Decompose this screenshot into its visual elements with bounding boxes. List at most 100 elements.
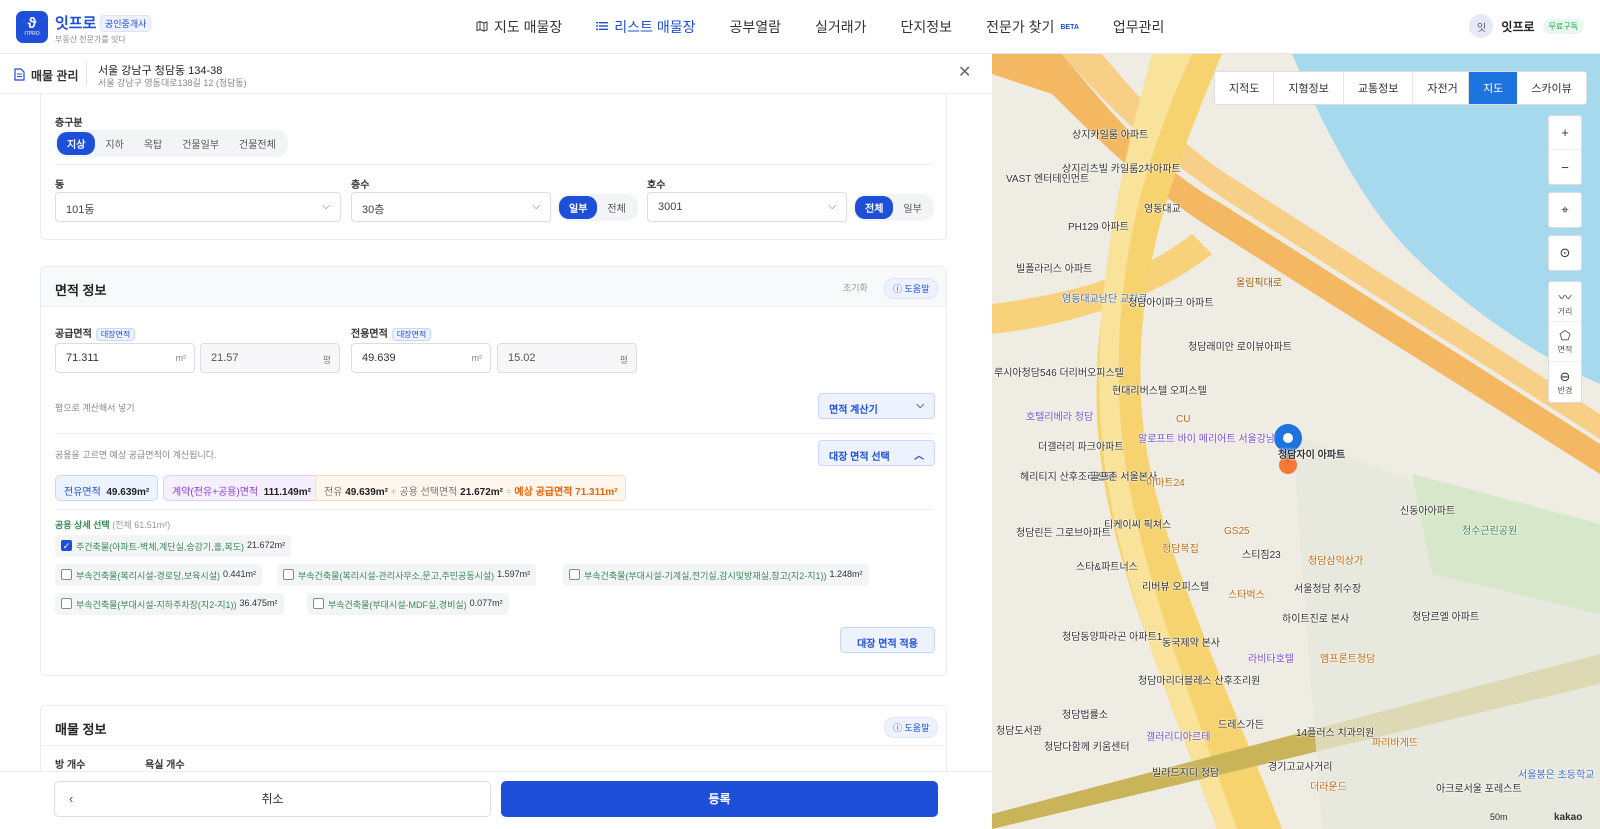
floor-select[interactable]: 30층 ⌵ <box>351 192 551 222</box>
common-total: (전체 61.51m²) <box>112 520 171 530</box>
zoom-in-button[interactable]: + <box>1549 116 1581 150</box>
locate-icon[interactable]: ⌖ <box>1549 193 1581 227</box>
address-sub: 서울 강남구 영동대로138길 12 (청담동) <box>98 78 247 88</box>
map-label: 드레스가든 <box>1218 720 1264 731</box>
ho-scope-segmented: 전체 일부 <box>853 194 934 221</box>
common-detail-title-text: 공용 상세 선택 <box>55 520 110 530</box>
common-item-label: 부속건축물(부대시설-MDF실,경비실) <box>328 600 467 610</box>
floor-type-option[interactable]: 지하 <box>95 132 133 155</box>
reset-button[interactable]: 초기화 <box>843 281 868 294</box>
layer-terrain[interactable]: 지형정보 <box>1274 72 1344 104</box>
chevron-down-icon: ⌵ <box>322 201 330 212</box>
supply-area-pyeong-value: 21.57 <box>211 352 239 364</box>
subscription-badge: 무료구독 <box>1542 18 1584 34</box>
logo[interactable]: ϑ ITPRO <box>16 11 48 43</box>
floor-type-option[interactable]: 건물일부 <box>172 132 229 155</box>
measure-distance-button[interactable]: 〰 거리 <box>1549 282 1581 322</box>
menu-label: 공부열람 <box>729 19 781 35</box>
equals-sign: = <box>505 487 512 498</box>
cancel-button[interactable]: ‹ 취소 <box>54 781 491 817</box>
map-label: 청담린든 그로브아파트 <box>1016 528 1111 539</box>
help-label: 도움말 <box>904 284 930 294</box>
map-label: 청담르엘 아파트 <box>1412 612 1480 623</box>
common-item-value: 21.672m² <box>247 540 286 550</box>
apply-ledger-area-button[interactable]: 대장 면적 적용 <box>840 627 935 653</box>
close-icon[interactable]: ✕ <box>958 62 971 82</box>
dong-select[interactable]: 101동 ⌵ <box>55 192 341 222</box>
zoom-controls: + − <box>1548 115 1582 185</box>
list-icon <box>596 20 609 35</box>
ho-scope-option[interactable]: 전체 <box>855 196 894 219</box>
menu-public-records[interactable]: 공부열람 <box>729 17 781 37</box>
checkbox-icon <box>61 569 72 580</box>
floor-type-option[interactable]: 옥탑 <box>134 132 172 155</box>
layer-cadastral[interactable]: 지적도 <box>1215 72 1275 104</box>
panel-title: 매물 관리 <box>14 67 79 84</box>
floor-type-option[interactable]: 지상 <box>57 132 96 155</box>
map-label: 신동아아파트 <box>1400 506 1456 517</box>
baths-label: 욕실 개수 <box>145 760 185 771</box>
divider <box>55 509 932 510</box>
map-label: 갤러리디아르테 <box>1146 732 1211 743</box>
floor-scope-option[interactable]: 일부 <box>559 196 598 219</box>
supply-area-pyeong-input[interactable]: 21.57 평 <box>200 343 340 373</box>
common-item-label: 부속건축물(복리시설-경로당,보육시설) <box>76 571 220 581</box>
zoom-out-button[interactable]: − <box>1549 150 1581 184</box>
help-button[interactable]: ⓘ 도움말 <box>884 278 939 299</box>
ho-scope-option[interactable]: 일부 <box>893 196 931 219</box>
floor-value: 30층 <box>362 204 385 216</box>
panel-header: 매물 관리 서울 강남구 청담동 134-38 서울 강남구 영동대로138길 … <box>0 54 992 94</box>
plus-sign: + <box>390 487 397 498</box>
menu-map-listing[interactable]: 지도 매물장 <box>476 17 562 37</box>
map-label: 파리바게뜨 <box>1372 738 1418 749</box>
contract-area-chip: 계약(전유+공용)면적 111.149m² <box>163 475 320 501</box>
submit-button[interactable]: 등록 <box>501 781 938 817</box>
layer-bicycle[interactable]: 자전거 <box>1413 72 1471 104</box>
help-button[interactable]: ⓘ 도움말 <box>884 717 939 738</box>
ledger-area-select-button[interactable]: 대장 면적 선택 ︿ <box>818 440 935 466</box>
common-item-checkbox[interactable]: 부속건축물(부대시설-MDF실,경비실) 0.077m² <box>307 593 509 615</box>
document-icon <box>14 67 25 84</box>
map-type-map[interactable]: 지도 <box>1469 72 1518 104</box>
common-item-checkbox[interactable]: 부속건축물(부대시설-지하주차장(지2-지1)) 36.475m² <box>55 593 284 615</box>
measure-area-button[interactable]: ⬠ 면적 <box>1549 322 1581 362</box>
common-item-checkbox[interactable]: ✓ 주건축물(아파트-벽체,계단실,승강기,홀,복도) 21.672m² <box>55 535 292 557</box>
brand-tagline: 부동산 전문가를 잇다 <box>55 35 126 44</box>
floor-scope-option[interactable]: 전체 <box>597 196 635 219</box>
menu-list-listing[interactable]: 리스트 매물장 <box>596 17 695 37</box>
user-menu[interactable]: 잇 잇프로 무료구독 <box>1469 14 1584 38</box>
menu-find-expert[interactable]: 전문가 찾기 BETA <box>986 17 1079 37</box>
map-type-skyview[interactable]: 스카이뷰 <box>1517 72 1585 104</box>
map-label: 호텔리베라 청담 <box>1026 412 1094 423</box>
floor-type-option[interactable]: 건물전체 <box>229 132 286 155</box>
map-view[interactable]: 지적도 지형정보 교통정보 자전거 지도 스카이뷰 + − ⌖ ⊙ 〰 거리 ⬠ 면… <box>992 54 1600 829</box>
map-label: 이마트24 <box>1146 478 1185 489</box>
common-item-label: 주건축물(아파트-벽체,계단실,승강기,홀,복도) <box>76 542 245 552</box>
exclusive-area-pyeong-input[interactable]: 15.02 평 <box>497 343 637 373</box>
supply-area-m2-input[interactable]: 71.311 m² <box>55 343 195 373</box>
measure-radius-button[interactable]: ⊖ 반경 <box>1549 362 1581 402</box>
pin-icon[interactable]: ⊙ <box>1549 236 1581 270</box>
floor-scope-segmented: 일부 전체 <box>557 194 638 221</box>
ho-select[interactable]: 3001 ⌵ <box>647 192 847 222</box>
ledger-area-tag: 대장면적 <box>95 328 136 341</box>
map-label: GS25 <box>1224 526 1250 537</box>
map-label: 14플러스 치과의원 <box>1296 728 1375 739</box>
map-label: 하이트진로 본사 <box>1282 614 1350 625</box>
brand-name[interactable]: 잇프로 <box>55 12 96 33</box>
layer-traffic[interactable]: 교통정보 <box>1344 72 1414 104</box>
map-label: 청담다함께 키움센터 <box>1044 742 1130 753</box>
common-item-checkbox[interactable]: 부속건축물(복리시설-관리사무소,문고,주민공동시설) 1.597m² <box>277 564 537 586</box>
menu-complex-info[interactable]: 단지정보 <box>901 17 953 37</box>
menu-label: 업무관리 <box>1112 19 1165 35</box>
exclusive-area-m2-input[interactable]: 49.639 m² <box>351 343 491 373</box>
common-item-label: 부속건축물(부대시설-지하주차장(지2-지1)) <box>76 600 237 610</box>
menu-real-prices[interactable]: 실거래가 <box>815 17 867 37</box>
menu-work-management[interactable]: 업무관리 <box>1113 17 1165 37</box>
exclusive-area-label-text: 전용면적 <box>351 329 388 340</box>
cancel-label: 취소 <box>261 792 284 806</box>
common-item-checkbox[interactable]: 부속건축물(부대시설-기계실,전기실,감시및방재실,창고(지2-지1)) 1.24… <box>563 564 869 586</box>
common-item-label: 부속건축물(복리시설-관리사무소,문고,주민공동시설) <box>298 571 495 581</box>
area-calculator-button[interactable]: 면적 계산기 ⌵ <box>818 393 935 419</box>
common-item-checkbox[interactable]: 부속건축물(복리시설-경로당,보육시설) 0.441m² <box>55 564 263 586</box>
